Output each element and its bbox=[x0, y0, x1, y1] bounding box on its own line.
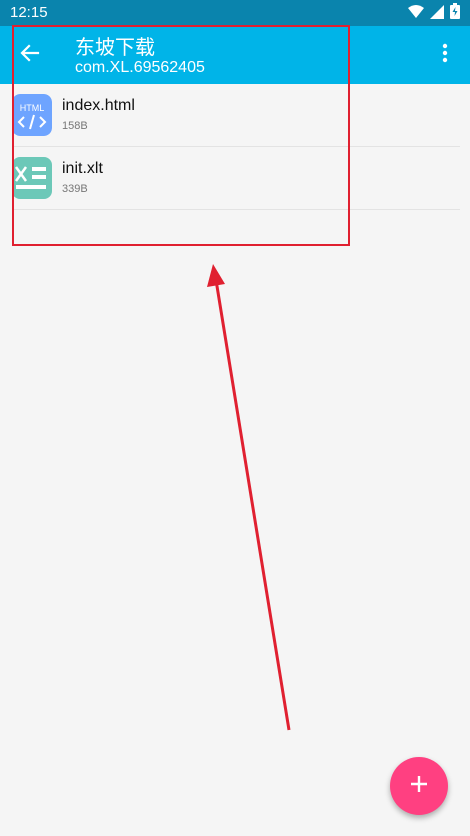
divider bbox=[12, 209, 460, 210]
add-button[interactable] bbox=[390, 757, 448, 815]
signal-icon bbox=[430, 4, 444, 23]
file-list: HTML index.html 158B init.xlt 339B bbox=[0, 84, 470, 210]
file-row-init-xlt[interactable]: init.xlt 339B bbox=[0, 147, 470, 210]
status-bar: 12:15 bbox=[0, 0, 470, 26]
plus-icon bbox=[409, 774, 429, 798]
back-button[interactable] bbox=[10, 35, 50, 75]
wifi-icon bbox=[408, 4, 424, 23]
page-subtitle: com.XL.69562405 bbox=[75, 59, 205, 76]
svg-text:HTML: HTML bbox=[20, 103, 45, 113]
status-icons bbox=[408, 3, 460, 23]
battery-icon bbox=[450, 3, 460, 23]
html-file-icon: HTML bbox=[12, 94, 52, 136]
file-row-index-html[interactable]: HTML index.html 158B bbox=[0, 84, 470, 147]
more-vert-icon bbox=[442, 43, 448, 67]
spreadsheet-file-icon bbox=[12, 157, 52, 199]
status-time: 12:15 bbox=[10, 4, 48, 21]
arrow-left-icon bbox=[20, 43, 40, 67]
file-name: init.xlt bbox=[62, 160, 103, 177]
file-size: 339B bbox=[62, 183, 88, 195]
overflow-menu-button[interactable] bbox=[430, 35, 460, 75]
file-name: index.html bbox=[62, 97, 135, 114]
app-bar: 东坡下载 com.XL.69562405 bbox=[0, 26, 470, 84]
page-title: 东坡下载 bbox=[75, 35, 155, 59]
file-size: 158B bbox=[62, 120, 88, 132]
